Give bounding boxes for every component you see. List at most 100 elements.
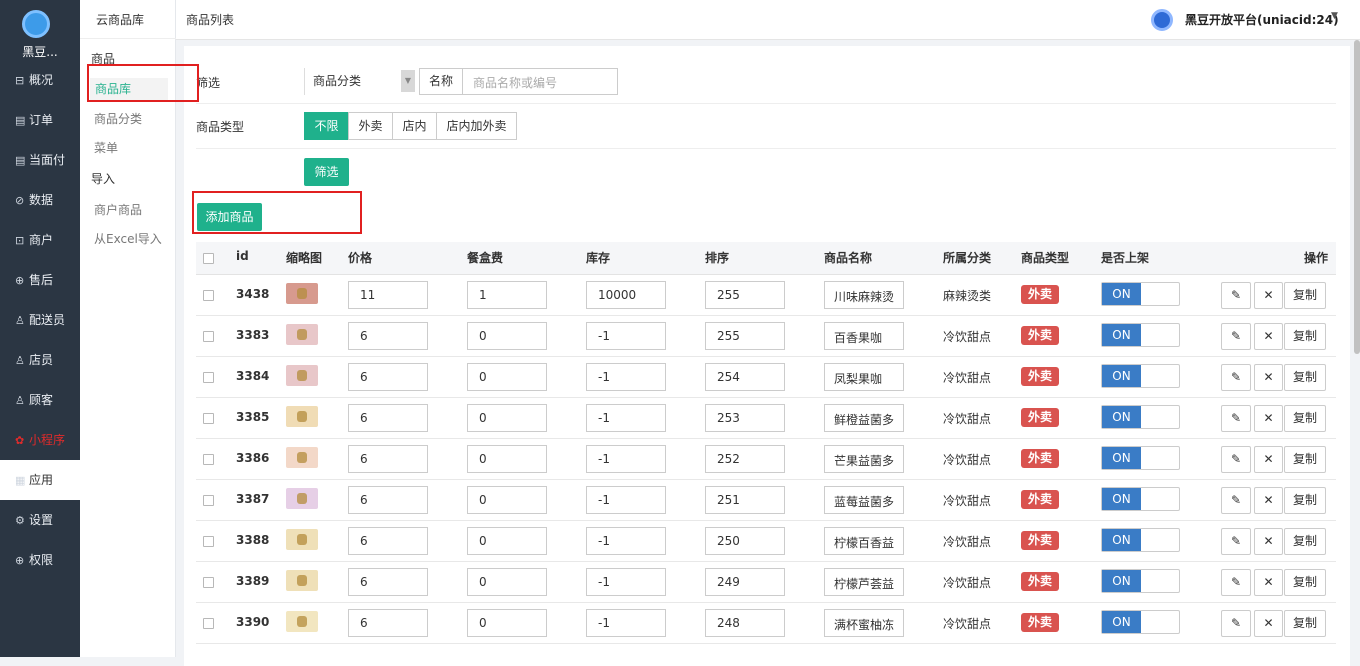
row-checkbox[interactable] [203,413,214,424]
nav-item-courier[interactable]: ♙ 配送员 [0,300,80,340]
row-checkbox[interactable] [203,372,214,383]
sort-input[interactable]: 250 [705,527,785,555]
sub-nav-item-menu[interactable]: 菜单 [94,139,118,156]
price-input[interactable]: 6 [348,486,428,514]
nav-item-payment[interactable]: ▤ 当面付 [0,140,80,180]
delete-icon[interactable]: ✕ [1254,364,1283,391]
onsale-toggle[interactable]: ON [1101,405,1180,429]
scrollbar[interactable] [1354,40,1360,354]
select-arrow-icon[interactable]: ▼ [401,70,415,92]
goods-name-input[interactable]: 芒果益菌多 [824,445,904,473]
box-fee-input[interactable]: 1 [467,281,547,309]
onsale-toggle[interactable]: ON [1101,528,1180,552]
delete-icon[interactable]: ✕ [1254,323,1283,350]
copy-button[interactable]: 复制 [1284,405,1326,432]
row-checkbox[interactable] [203,577,214,588]
onsale-toggle[interactable]: ON [1101,569,1180,593]
nav-item-aftersale[interactable]: ⊕ 售后 [0,260,80,300]
box-fee-input[interactable]: 0 [467,363,547,391]
goods-name-input[interactable]: 柠檬芦荟益 [824,568,904,596]
goods-name-input[interactable]: 鲜橙益菌多 [824,404,904,432]
nav-item-data[interactable]: ⊘ 数据 [0,180,80,220]
goods-name-input[interactable]: 凤梨果咖 [824,363,904,391]
box-fee-input[interactable]: 0 [467,445,547,473]
copy-button[interactable]: 复制 [1284,446,1326,473]
onsale-toggle[interactable]: ON [1101,364,1180,388]
price-input[interactable]: 6 [348,527,428,555]
copy-button[interactable]: 复制 [1284,610,1326,637]
onsale-toggle[interactable]: ON [1101,323,1180,347]
edit-icon[interactable]: ✎ [1221,528,1251,555]
sort-input[interactable]: 248 [705,609,785,637]
goods-name-input[interactable]: 柠檬百香益 [824,527,904,555]
sort-input[interactable]: 252 [705,445,785,473]
chevron-down-icon[interactable]: ▼ [1331,11,1338,21]
copy-button[interactable]: 复制 [1284,364,1326,391]
stock-input[interactable]: 10000 [586,281,666,309]
select-all-checkbox[interactable] [203,253,214,264]
sort-input[interactable]: 251 [705,486,785,514]
goods-name-input[interactable]: 满杯蜜柚冻 [824,609,904,637]
nav-item-staff[interactable]: ♙ 店员 [0,340,80,380]
copy-button[interactable]: 复制 [1284,528,1326,555]
edit-icon[interactable]: ✎ [1221,364,1251,391]
goods-name-input[interactable]: 蓝莓益菌多 [824,486,904,514]
copy-button[interactable]: 复制 [1284,487,1326,514]
sub-nav-item-excel-import[interactable]: 从Excel导入 [94,230,162,247]
delete-icon[interactable]: ✕ [1254,528,1283,555]
account-avatar-icon[interactable] [1151,9,1173,31]
onsale-toggle[interactable]: ON [1101,610,1180,634]
sort-input[interactable]: 254 [705,363,785,391]
price-input[interactable]: 6 [348,568,428,596]
stock-input[interactable]: -1 [586,609,666,637]
stock-input[interactable]: -1 [586,363,666,391]
price-input[interactable]: 6 [348,404,428,432]
edit-icon[interactable]: ✎ [1221,487,1251,514]
delete-icon[interactable]: ✕ [1254,282,1283,309]
account-name[interactable]: 黑豆开放平台(uniacid:24) [1185,11,1339,28]
edit-icon[interactable]: ✎ [1221,610,1251,637]
sort-input[interactable]: 253 [705,404,785,432]
edit-icon[interactable]: ✎ [1221,405,1251,432]
onsale-toggle[interactable]: ON [1101,487,1180,511]
filter-button[interactable]: 筛选 [304,158,349,186]
sort-input[interactable]: 249 [705,568,785,596]
stock-input[interactable]: -1 [586,322,666,350]
row-checkbox[interactable] [203,495,214,506]
stock-input[interactable]: -1 [586,486,666,514]
sort-input[interactable]: 255 [705,322,785,350]
edit-icon[interactable]: ✎ [1221,446,1251,473]
copy-button[interactable]: 复制 [1284,569,1326,596]
nav-item-store[interactable]: ⊡ 商户 [0,220,80,260]
goods-name-input[interactable]: 百香果咖 [824,322,904,350]
row-checkbox[interactable] [203,454,214,465]
nav-item-miniprogram[interactable]: ✿ 小程序 [0,420,80,460]
box-fee-input[interactable]: 0 [467,486,547,514]
sub-nav-item-merchant-goods[interactable]: 商户商品 [94,201,142,218]
copy-button[interactable]: 复制 [1284,282,1326,309]
stock-input[interactable]: -1 [586,527,666,555]
nav-item-settings[interactable]: ⚙ 设置 [0,500,80,540]
goods-name-input[interactable]: 川味麻辣烫 [824,281,904,309]
row-checkbox[interactable] [203,290,214,301]
type-option-both[interactable]: 店内加外卖 [436,112,517,140]
stock-input[interactable]: -1 [586,568,666,596]
sub-nav-item-goods-category[interactable]: 商品分类 [94,110,142,127]
price-input[interactable]: 6 [348,322,428,350]
nav-item-lock[interactable]: ⊕ 权限 [0,540,80,580]
stock-input[interactable]: -1 [586,445,666,473]
box-fee-input[interactable]: 0 [467,322,547,350]
delete-icon[interactable]: ✕ [1254,569,1283,596]
row-checkbox[interactable] [203,331,214,342]
edit-icon[interactable]: ✎ [1221,282,1251,309]
nav-item-customer[interactable]: ♙ 顾客 [0,380,80,420]
copy-button[interactable]: 复制 [1284,323,1326,350]
delete-icon[interactable]: ✕ [1254,610,1283,637]
price-input[interactable]: 11 [348,281,428,309]
price-input[interactable]: 6 [348,363,428,391]
nav-item-dashboard[interactable]: ⊟ 概况 [0,60,80,100]
stock-input[interactable]: -1 [586,404,666,432]
type-option-dine-in[interactable]: 店内 [392,112,437,140]
box-fee-input[interactable]: 0 [467,527,547,555]
nav-item-order[interactable]: ▤ 订单 [0,100,80,140]
